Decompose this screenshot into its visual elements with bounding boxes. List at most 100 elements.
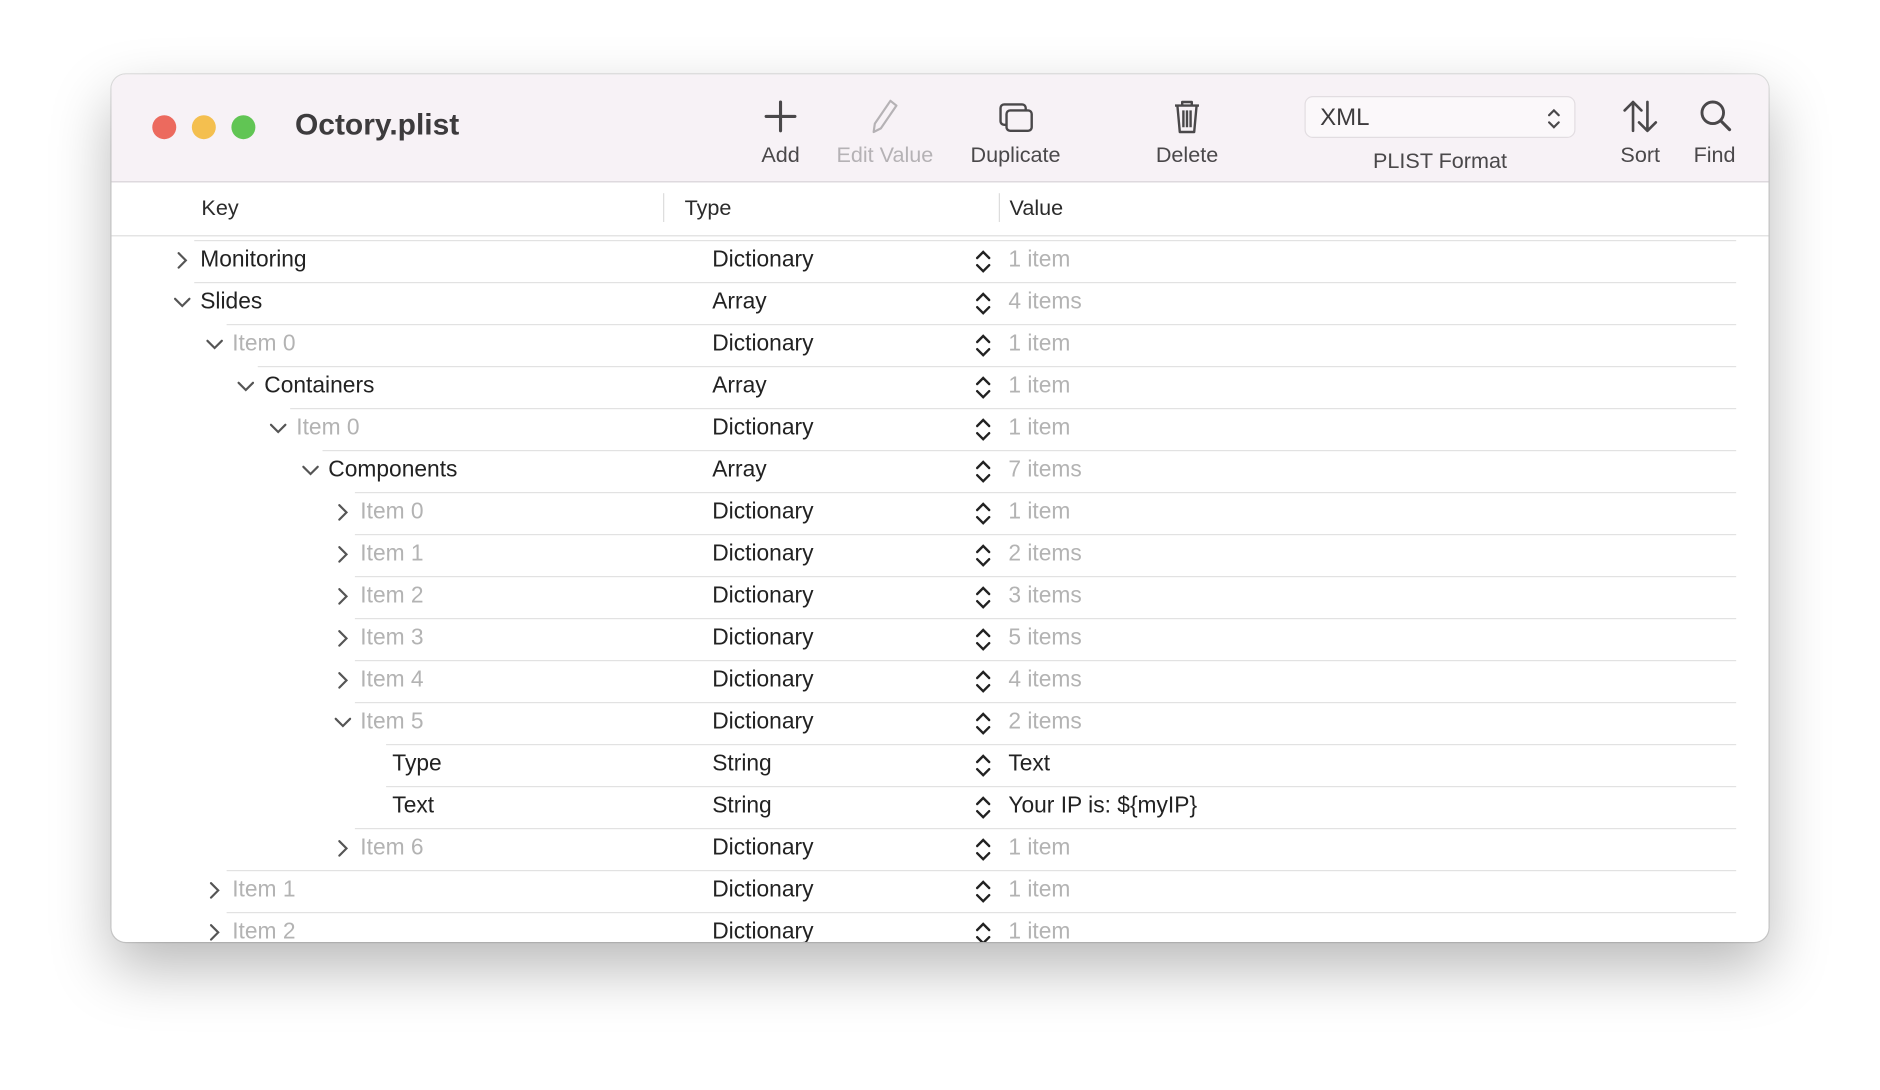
row-key[interactable]: Item 6 — [360, 835, 423, 861]
sort-button[interactable]: Sort — [1620, 96, 1661, 168]
outline-row[interactable]: Components Array 7 items — [112, 450, 1769, 492]
column-header-key[interactable]: Key — [201, 196, 238, 221]
row-type[interactable]: Array — [712, 373, 766, 399]
row-value[interactable]: Text — [1008, 751, 1050, 777]
column-header-value[interactable]: Value — [1010, 196, 1064, 221]
row-key[interactable]: Item 4 — [360, 667, 423, 693]
row-type[interactable]: Dictionary — [712, 625, 813, 651]
row-key[interactable]: Item 0 — [360, 499, 423, 525]
outline-row[interactable]: Item 0 Dictionary 1 item — [112, 492, 1769, 534]
row-value[interactable]: 1 item — [1008, 331, 1070, 357]
row-value[interactable]: 3 items — [1008, 583, 1081, 609]
outline-row[interactable]: Item 0 Dictionary 1 item — [112, 324, 1769, 366]
minimize-button[interactable] — [191, 115, 216, 140]
type-stepper-icon[interactable] — [975, 920, 992, 943]
row-type[interactable]: Dictionary — [712, 247, 813, 273]
row-type[interactable]: Dictionary — [712, 919, 813, 942]
type-stepper-icon[interactable] — [975, 374, 992, 400]
outline-row[interactable]: Item 3 Dictionary 5 items — [112, 618, 1769, 660]
row-value[interactable]: 5 items — [1008, 625, 1081, 651]
chevron-down-icon[interactable] — [270, 419, 287, 438]
outline-row[interactable]: Item 4 Dictionary 4 items — [112, 660, 1769, 702]
row-type[interactable]: Array — [712, 289, 766, 315]
outline-row[interactable]: Text String Your IP is: ${myIP} — [112, 786, 1769, 828]
type-stepper-icon[interactable] — [975, 542, 992, 568]
row-key[interactable]: Monitoring — [200, 247, 306, 273]
row-type[interactable]: Dictionary — [712, 877, 813, 903]
chevron-right-icon[interactable] — [334, 839, 351, 858]
type-stepper-icon[interactable] — [975, 332, 992, 358]
outline-row[interactable]: Item 2 Dictionary 3 items — [112, 576, 1769, 618]
row-key[interactable]: Text — [392, 793, 434, 819]
edit-value-button[interactable]: Edit Value — [836, 96, 933, 168]
type-stepper-icon[interactable] — [975, 290, 992, 316]
row-type[interactable]: String — [712, 793, 772, 819]
chevron-right-icon[interactable] — [334, 587, 351, 606]
row-key[interactable]: Components — [328, 457, 457, 483]
outline-row[interactable]: Type String Text — [112, 744, 1769, 786]
type-stepper-icon[interactable] — [975, 836, 992, 862]
outline-row[interactable]: Containers Array 1 item — [112, 366, 1769, 408]
row-key[interactable]: Slides — [200, 289, 262, 315]
row-type[interactable]: String — [712, 751, 772, 777]
row-type[interactable]: Dictionary — [712, 835, 813, 861]
row-type[interactable]: Dictionary — [712, 415, 813, 441]
chevron-right-icon[interactable] — [334, 503, 351, 522]
chevron-down-icon[interactable] — [205, 335, 223, 354]
row-key[interactable]: Item 2 — [360, 583, 423, 609]
type-stepper-icon[interactable] — [975, 710, 992, 736]
row-key[interactable]: Item 0 — [232, 331, 295, 357]
row-key[interactable]: Item 1 — [232, 877, 295, 903]
chevron-right-icon[interactable] — [174, 251, 191, 270]
type-stepper-icon[interactable] — [975, 458, 992, 484]
chevron-right-icon[interactable] — [334, 545, 351, 564]
chevron-down-icon[interactable] — [237, 377, 255, 396]
outline-row[interactable]: Item 1 Dictionary 2 items — [112, 534, 1769, 576]
chevron-right-icon[interactable] — [334, 671, 351, 690]
row-key[interactable]: Item 0 — [296, 415, 359, 441]
chevron-down-icon[interactable] — [173, 293, 191, 312]
chevron-down-icon[interactable] — [302, 461, 319, 480]
outline-row[interactable]: Item 2 Dictionary 1 item — [112, 912, 1769, 943]
type-stepper-icon[interactable] — [975, 248, 992, 274]
row-type[interactable]: Dictionary — [712, 709, 813, 735]
row-value[interactable]: 1 item — [1008, 247, 1070, 273]
row-type[interactable]: Array — [712, 457, 766, 483]
row-value[interactable]: 4 items — [1008, 667, 1081, 693]
outline-row[interactable]: Item 6 Dictionary 1 item — [112, 828, 1769, 870]
outline-row[interactable]: Item 0 Dictionary 1 item — [112, 408, 1769, 450]
row-value[interactable]: Your IP is: ${myIP} — [1008, 793, 1197, 819]
type-stepper-icon[interactable] — [975, 752, 992, 778]
chevron-right-icon[interactable] — [334, 629, 351, 648]
row-value[interactable]: 2 items — [1008, 541, 1081, 567]
row-value[interactable]: 1 item — [1008, 919, 1070, 942]
row-type[interactable]: Dictionary — [712, 541, 813, 567]
row-value[interactable]: 1 item — [1008, 373, 1070, 399]
outline-row[interactable]: Monitoring Dictionary 1 item — [112, 240, 1769, 282]
chevron-down-icon[interactable] — [334, 713, 351, 732]
outline-row[interactable]: Item 1 Dictionary 1 item — [112, 870, 1769, 912]
plist-format-select[interactable]: XML — [1304, 96, 1576, 138]
row-type[interactable]: Dictionary — [712, 499, 813, 525]
type-stepper-icon[interactable] — [975, 668, 992, 694]
type-stepper-icon[interactable] — [975, 794, 992, 820]
row-type[interactable]: Dictionary — [712, 331, 813, 357]
row-key[interactable]: Containers — [264, 373, 374, 399]
duplicate-button[interactable]: Duplicate — [971, 96, 1061, 168]
row-value[interactable]: 1 item — [1008, 877, 1070, 903]
row-key[interactable]: Item 2 — [232, 919, 295, 942]
row-value[interactable]: 1 item — [1008, 835, 1070, 861]
find-button[interactable]: Find — [1694, 96, 1736, 168]
chevron-right-icon[interactable] — [206, 923, 223, 942]
type-stepper-icon[interactable] — [975, 584, 992, 610]
outline-row[interactable]: Slides Array 4 items — [112, 282, 1769, 324]
zoom-button[interactable] — [231, 115, 256, 140]
type-stepper-icon[interactable] — [975, 416, 992, 442]
row-value[interactable]: 1 item — [1008, 499, 1070, 525]
row-type[interactable]: Dictionary — [712, 667, 813, 693]
row-value[interactable]: 7 items — [1008, 457, 1081, 483]
delete-button[interactable]: Delete — [1156, 96, 1218, 168]
outline-row[interactable]: Item 5 Dictionary 2 items — [112, 702, 1769, 744]
row-type[interactable]: Dictionary — [712, 583, 813, 609]
column-divider[interactable] — [998, 193, 1000, 223]
